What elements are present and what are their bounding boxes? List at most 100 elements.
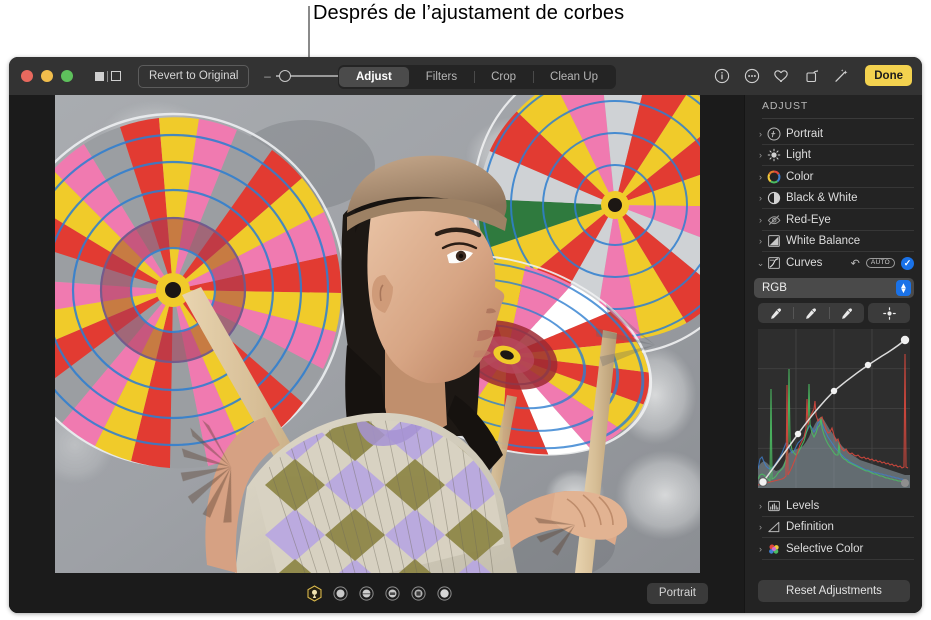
- sidebar-item-levels[interactable]: › Levels: [745, 495, 922, 517]
- more-options-icon[interactable]: [743, 67, 760, 84]
- toolbar-icon-group: Done: [713, 65, 912, 86]
- definition-icon: [766, 520, 781, 535]
- natural-light-icon[interactable]: [306, 584, 323, 602]
- sidebar-item-curves[interactable]: ⌄ Curves ↶ AUTO ✓: [745, 252, 922, 274]
- sidebar-item-label: Levels: [786, 499, 820, 512]
- curves-channel-value: RGB: [762, 282, 787, 294]
- callout-label: Després de l’ajustament de corbes: [313, 2, 625, 24]
- adjust-sidebar: ADJUST › Portrait › Light › Color › Blac…: [744, 95, 922, 613]
- tab-filters[interactable]: Filters: [409, 67, 474, 87]
- eye-slash-icon: [766, 212, 781, 227]
- chevron-right-icon[interactable]: ›: [755, 236, 766, 246]
- sidebar-item-label: Light: [786, 149, 811, 162]
- color-wheel-icon: [766, 169, 781, 184]
- window-toolbar: Revert to Original – + Adjust Filters Cr…: [9, 57, 922, 95]
- done-button[interactable]: Done: [865, 65, 912, 86]
- chevron-down-icon[interactable]: ⌄: [755, 258, 766, 269]
- zoom-window-button[interactable]: [61, 70, 73, 82]
- sidebar-item-selective-color[interactable]: › Selective Color: [745, 538, 922, 560]
- high-key-mono-icon[interactable]: [436, 585, 453, 602]
- studio-light-icon[interactable]: [332, 585, 349, 602]
- chevron-right-icon[interactable]: ›: [755, 193, 766, 203]
- chevron-right-icon[interactable]: ›: [755, 501, 766, 511]
- curve-point-shadow[interactable]: [794, 430, 802, 438]
- zoom-slider-track[interactable]: [276, 70, 339, 82]
- curve-handle-bottom-right[interactable]: [901, 479, 909, 487]
- tab-crop[interactable]: Crop: [474, 67, 533, 87]
- sidebar-item-label: Portrait: [786, 127, 824, 140]
- eyedropper-group: [758, 303, 864, 323]
- editor-content: Portrait ADJUST › Portrait › Light › Col…: [9, 95, 922, 613]
- chevron-right-icon[interactable]: ›: [755, 129, 766, 139]
- curves-graph[interactable]: [757, 329, 910, 488]
- editor-tab-group: Adjust Filters Crop Clean Up: [338, 65, 616, 89]
- revert-to-original-button[interactable]: Revert to Original: [138, 64, 250, 88]
- add-point-icon[interactable]: [868, 303, 910, 323]
- sidebar-item-definition[interactable]: › Definition: [745, 517, 922, 538]
- tab-clean-up[interactable]: Clean Up: [533, 67, 615, 87]
- chevron-right-icon[interactable]: ›: [755, 172, 766, 182]
- curves-icon: [766, 256, 781, 271]
- info-icon[interactable]: [713, 67, 730, 84]
- split-outline-square: [111, 71, 121, 81]
- curve-point-black[interactable]: [758, 477, 768, 487]
- chevron-updown-icon[interactable]: ▲ ▼: [896, 280, 911, 296]
- white-point-eyedropper[interactable]: [828, 303, 864, 323]
- sidebar-item-portrait[interactable]: › Portrait: [745, 123, 922, 145]
- row-divider: [762, 558, 914, 560]
- curve-point-white[interactable]: [900, 335, 910, 345]
- chevron-right-icon[interactable]: ›: [755, 215, 766, 225]
- curves-controls: ↶ AUTO ✓: [851, 256, 914, 270]
- stage-light-icon[interactable]: [384, 585, 401, 602]
- chevron-right-icon[interactable]: ›: [755, 544, 766, 554]
- chevron-right-icon[interactable]: ›: [755, 522, 766, 532]
- split-view-icon[interactable]: [95, 70, 121, 82]
- portrait-mode-badge[interactable]: Portrait: [646, 582, 708, 604]
- enhance-wand-icon[interactable]: [833, 67, 850, 84]
- zoom-slider-knob[interactable]: [279, 70, 292, 82]
- sidebar-item-color[interactable]: › Color: [745, 166, 922, 188]
- sidebar-item-label: Curves: [786, 257, 823, 269]
- curve-point-mid[interactable]: [830, 387, 838, 395]
- tab-adjust[interactable]: Adjust: [339, 67, 409, 87]
- sidebar-item-light[interactable]: › Light: [745, 145, 922, 166]
- undo-arrow-icon[interactable]: ↶: [851, 257, 860, 270]
- sidebar-title-divider: [762, 118, 914, 119]
- auto-button[interactable]: AUTO: [865, 257, 895, 269]
- screenshot-root: Després de l’ajustament de corbes Revert…: [0, 0, 931, 620]
- rotate-icon[interactable]: [803, 67, 820, 84]
- sidebar-item-label: Selective Color: [786, 542, 864, 555]
- levels-icon: [766, 498, 781, 513]
- curves-channel-select[interactable]: RGB ▲ ▼: [754, 278, 914, 298]
- close-window-button[interactable]: [21, 70, 33, 82]
- sidebar-item-label: Red-Eye: [786, 213, 831, 226]
- curve-point-highlight[interactable]: [864, 361, 872, 369]
- chevron-right-icon[interactable]: ›: [755, 150, 766, 160]
- curves-enabled-checkbox[interactable]: ✓: [901, 256, 914, 270]
- gray-point-eyedropper[interactable]: [793, 303, 828, 323]
- black-point-eyedropper[interactable]: [758, 303, 793, 323]
- sidebar-item-white-balance[interactable]: › White Balance: [745, 231, 922, 252]
- contour-light-icon[interactable]: [358, 585, 375, 602]
- white-balance-icon: [766, 234, 781, 249]
- favorite-heart-icon[interactable]: [773, 67, 790, 84]
- stage-light-mono-icon[interactable]: [410, 585, 427, 602]
- reset-adjustments-button[interactable]: Reset Adjustments: [758, 580, 910, 602]
- chevron-down-glyph: ▼: [899, 286, 908, 295]
- sidebar-item-label: Black & White: [786, 192, 858, 205]
- curves-tool-row: [758, 303, 910, 323]
- lighting-effect-buttons: [306, 584, 453, 602]
- adjustment-list: › Portrait › Light › Color › Black & Whi…: [745, 123, 922, 560]
- sidebar-item-red-eye[interactable]: › Red-Eye: [745, 209, 922, 231]
- edited-photo[interactable]: [55, 95, 700, 573]
- selective-color-icon: [766, 541, 781, 556]
- minimize-window-button[interactable]: [41, 70, 53, 82]
- adjustment-list-tail: › Levels › Definition › Selective Color: [745, 495, 922, 560]
- photo-bottom-bar: Portrait: [9, 573, 744, 613]
- sidebar-item-label: White Balance: [786, 235, 861, 248]
- curves-plot[interactable]: [757, 329, 910, 488]
- sidebar-item-black-and-white[interactable]: › Black & White: [745, 188, 922, 209]
- portrait-f-icon: [766, 126, 781, 141]
- zoom-out-icon[interactable]: –: [263, 70, 271, 82]
- half-circle-icon: [766, 191, 781, 206]
